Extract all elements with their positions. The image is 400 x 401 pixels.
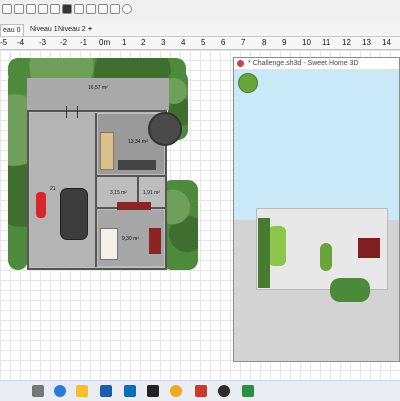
lamp-icon[interactable] — [66, 106, 78, 118]
tool-button[interactable] — [26, 4, 36, 14]
tab-level-0[interactable]: eau 0 — [0, 24, 24, 36]
3d-plant — [320, 243, 332, 271]
ruler-label: -5 — [0, 38, 8, 47]
wall[interactable] — [97, 175, 165, 177]
ruler-label: 6 — [221, 38, 226, 47]
main-toolbar — [0, 0, 400, 23]
hedge-left[interactable] — [8, 70, 28, 270]
room-area-label: 16,57 m² — [88, 85, 108, 91]
hedge-bottom-right[interactable] — [162, 180, 198, 270]
room-area-label: 1,91 m² — [143, 190, 160, 196]
ruler-label: 2 — [141, 38, 146, 47]
ruler-label: 11 — [322, 38, 331, 47]
ruler-label: 9 — [282, 38, 287, 47]
tool-button[interactable] — [2, 4, 12, 14]
horizontal-ruler: -5 -4 -3 -2 -1 0m 1 2 3 4 5 6 7 8 9 10 1… — [0, 37, 400, 50]
sofa[interactable] — [118, 160, 156, 170]
app-icon[interactable] — [195, 385, 207, 397]
ruler-label: 3 — [161, 38, 166, 47]
ruler-label: 13 — [362, 38, 371, 47]
ruler-label: -3 — [39, 38, 47, 47]
app-icon[interactable] — [147, 385, 159, 397]
ruler-label: 14 — [382, 38, 391, 47]
navigation-compass-icon[interactable] — [238, 73, 258, 93]
window-title: * Challenge.sh3d - Sweet Home 3D — [234, 58, 399, 70]
3d-plant — [268, 226, 286, 266]
add-level-button[interactable]: + — [86, 24, 94, 35]
car-icon[interactable] — [60, 188, 88, 240]
tool-button[interactable] — [86, 4, 96, 14]
tool-button[interactable] — [110, 4, 120, 14]
tab-level-1[interactable]: Niveau 1 — [28, 24, 60, 35]
3d-hedge — [258, 218, 270, 288]
app-icon[interactable] — [218, 385, 230, 397]
ruler-label: 8 — [262, 38, 267, 47]
camera-icon[interactable] — [62, 4, 72, 14]
level-tabs: eau 0 Niveau 1 Niveau 2 + — [0, 22, 400, 37]
ruler-label: 0m — [99, 38, 111, 47]
taskbar — [0, 380, 400, 401]
terrace-floor[interactable] — [27, 78, 169, 110]
ruler-label: 7 — [241, 38, 246, 47]
tool-button[interactable] — [50, 4, 60, 14]
task-view-icon[interactable] — [32, 385, 44, 397]
room-area-label: 9,30 m² — [122, 236, 139, 242]
tool-button[interactable] — [74, 4, 84, 14]
app-icon — [237, 60, 244, 67]
room-area-label: 13,34 m² — [128, 139, 148, 145]
mail-icon[interactable] — [100, 385, 112, 397]
tool-button[interactable] — [14, 4, 24, 14]
store-icon[interactable] — [124, 385, 136, 397]
ruler-label: -4 — [17, 38, 25, 47]
tab-level-2[interactable]: Niveau 2 — [56, 24, 88, 35]
bed[interactable] — [100, 228, 118, 260]
sky — [234, 70, 399, 220]
room-area-label: 21 — [50, 186, 56, 192]
ruler-label: -2 — [60, 38, 68, 47]
ruler-label: 5 — [201, 38, 206, 47]
app-icon[interactable] — [170, 385, 182, 397]
folder-icon[interactable] — [76, 385, 88, 397]
3d-furniture — [358, 238, 380, 258]
tool-button[interactable] — [98, 4, 108, 14]
tool-button[interactable] — [38, 4, 48, 14]
ruler-label: -1 — [80, 38, 88, 47]
ruler-label: 10 — [302, 38, 311, 47]
wall[interactable] — [95, 113, 97, 267]
ruler-label: 4 — [181, 38, 186, 47]
help-icon[interactable] — [122, 4, 132, 14]
app-icon[interactable] — [242, 385, 254, 397]
ruler-label: 1 — [122, 38, 127, 47]
bedroom-chair[interactable] — [149, 228, 161, 254]
3d-view-window[interactable]: * Challenge.sh3d - Sweet Home 3D — [233, 57, 400, 362]
3d-hedge — [330, 278, 370, 302]
round-table-icon[interactable] — [148, 112, 182, 146]
browser-icon[interactable] — [54, 385, 66, 397]
motorcycle-icon[interactable] — [36, 192, 46, 218]
room-area-label: 3,15 m² — [110, 190, 127, 196]
ruler-label: 12 — [342, 38, 351, 47]
kitchen-counter[interactable] — [100, 132, 114, 170]
